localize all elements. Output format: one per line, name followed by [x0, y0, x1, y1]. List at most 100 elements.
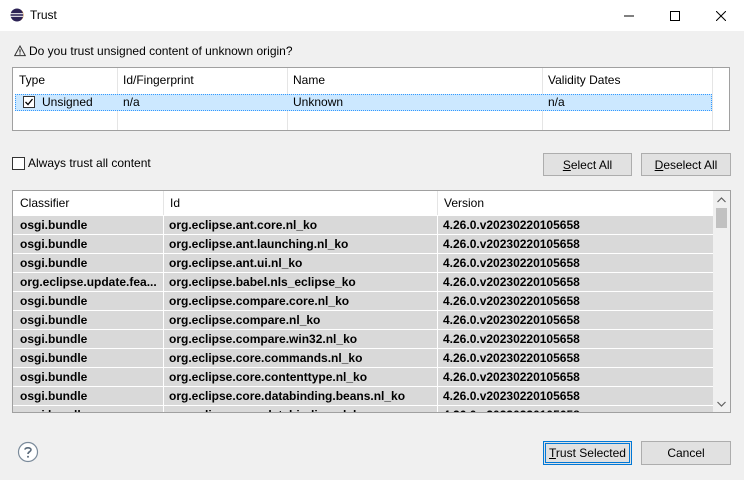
- column-header-id[interactable]: Id: [163, 191, 437, 215]
- cell-divider: [163, 254, 164, 272]
- warning-icon: [14, 45, 26, 57]
- trust-id-cell: n/a: [123, 95, 140, 109]
- id-cell: org.eclipse.core.contenttype.nl_ko: [169, 370, 368, 384]
- trust-selected-label: Trust Selected: [549, 446, 626, 460]
- scroll-thumb[interactable]: [716, 208, 727, 228]
- deselect-all-button[interactable]: Deselect All: [641, 153, 731, 176]
- table-row[interactable]: osgi.bundle org.eclipse.core.contenttype.…: [13, 368, 713, 387]
- cancel-label: Cancel: [667, 446, 705, 460]
- window-title: Trust: [30, 8, 57, 22]
- help-icon[interactable]: [17, 441, 39, 463]
- chevron-down-icon: [717, 401, 726, 407]
- version-cell: 4.26.0.v20230220105658: [443, 237, 580, 251]
- id-cell: org.eclipse.compare.win32.nl_ko: [169, 332, 358, 346]
- classifier-cell: osgi.bundle: [20, 313, 88, 327]
- chevron-up-icon: [717, 196, 726, 202]
- version-cell: 4.26.0.v20230220105658: [443, 275, 580, 289]
- id-cell: org.eclipse.compare.nl_ko: [169, 313, 321, 327]
- table-row[interactable]: org.eclipse.update.fea... org.eclipse.bab…: [13, 273, 713, 292]
- cell-divider: [163, 349, 164, 367]
- classifier-cell: osgi.bundle: [20, 294, 88, 308]
- table-row[interactable]: osgi.bundle org.eclipse.core.databinding.…: [13, 406, 713, 412]
- version-cell: 4.26.0.v20230220105658: [443, 406, 708, 412]
- classifier-cell: osgi.bundle: [20, 256, 88, 270]
- column-header-type[interactable]: Type: [13, 68, 117, 92]
- select-all-button[interactable]: Select All: [543, 153, 632, 176]
- cell-divider: [163, 292, 164, 310]
- column-header-classifier[interactable]: Classifier: [13, 191, 163, 215]
- table-row[interactable]: osgi.bundle org.eclipse.ant.launching.nl_…: [13, 235, 713, 254]
- cell-divider: [437, 273, 438, 291]
- classifier-cell: osgi.bundle: [20, 351, 88, 365]
- close-button[interactable]: [698, 0, 744, 31]
- trust-table-header: Type Id/Fingerprint Name Validity Dates: [13, 68, 729, 92]
- classifier-cell: osgi.bundle: [20, 237, 88, 251]
- classifier-cell: osgi.bundle: [20, 389, 88, 403]
- trust-selected-button[interactable]: Trust Selected: [543, 441, 632, 465]
- version-cell: 4.26.0.v20230220105658: [443, 370, 580, 384]
- maximize-button[interactable]: [652, 0, 698, 31]
- classifier-cell: osgi.bundle: [20, 218, 88, 232]
- table-row[interactable]: osgi.bundle org.eclipse.compare.core.nl_k…: [13, 292, 713, 311]
- trust-table: Type Id/Fingerprint Name Validity Dates …: [12, 67, 730, 131]
- units-table-body: osgi.bundle org.eclipse.ant.core.nl_ko 4.2…: [13, 216, 713, 412]
- column-divider: [712, 68, 713, 130]
- units-table-header: Classifier Id Version: [13, 191, 713, 215]
- id-cell: org.eclipse.ant.core.nl_ko: [169, 218, 318, 232]
- units-table: Classifier Id Version osgi.bundle org.ecl…: [12, 190, 731, 413]
- column-header-validity-dates[interactable]: Validity Dates: [542, 68, 712, 92]
- version-cell: 4.26.0.v20230220105658: [443, 218, 580, 232]
- scroll-up-button[interactable]: [713, 191, 730, 208]
- classifier-cell: org.eclipse.update.fea...: [20, 275, 157, 289]
- id-cell: org.eclipse.babel.nls_eclipse_ko: [169, 275, 356, 289]
- vertical-scrollbar[interactable]: [713, 191, 730, 412]
- trust-name-cell: Unknown: [293, 95, 344, 109]
- column-header-id-fingerprint[interactable]: Id/Fingerprint: [117, 68, 287, 92]
- table-row[interactable]: osgi.bundle org.eclipse.core.databinding.…: [13, 387, 713, 406]
- cell-divider: [437, 292, 438, 310]
- cell-divider: [163, 216, 164, 234]
- cell-divider: [437, 387, 438, 405]
- question-text: Do you trust unsigned content of unknown…: [29, 44, 293, 58]
- always-trust-checkbox[interactable]: Always trust all content: [12, 156, 151, 170]
- cell-divider: [163, 387, 164, 405]
- table-row[interactable]: osgi.bundle org.eclipse.ant.ui.nl_ko 4.26.…: [13, 254, 713, 273]
- version-cell: 4.26.0.v20230220105658: [443, 256, 580, 270]
- checkmark-icon: [25, 98, 34, 106]
- trust-row-unsigned[interactable]: Unsigned n/a Unknown n/a: [15, 94, 712, 111]
- trust-type-cell: Unsigned: [42, 95, 93, 109]
- version-cell: 4.26.0.v20230220105658: [443, 351, 580, 365]
- checkbox-box[interactable]: [12, 156, 25, 170]
- cell-divider: [437, 254, 438, 272]
- cell-divider: [437, 406, 438, 412]
- cell-divider: [437, 330, 438, 348]
- table-row[interactable]: osgi.bundle org.eclipse.compare.win32.nl_…: [13, 330, 713, 349]
- minimize-icon: [624, 15, 634, 16]
- version-cell: 4.26.0.v20230220105658: [443, 332, 580, 346]
- column-header-name[interactable]: Name: [287, 68, 543, 92]
- trust-row-checkbox[interactable]: [23, 96, 35, 108]
- cell-divider: [163, 368, 164, 386]
- id-cell: org.eclipse.core.databinding.nl_ko: [169, 406, 437, 412]
- cell-divider: [437, 368, 438, 386]
- classifier-cell: osgi.bundle: [20, 370, 88, 384]
- trust-validity-cell: n/a: [548, 95, 565, 109]
- cell-divider: [437, 216, 438, 234]
- table-row[interactable]: osgi.bundle org.eclipse.compare.nl_ko 4.26…: [13, 311, 713, 330]
- deselect-all-label: Deselect All: [654, 157, 718, 172]
- id-cell: org.eclipse.core.commands.nl_ko: [169, 351, 363, 365]
- cell-divider: [163, 330, 164, 348]
- title-bar: Trust: [0, 0, 744, 31]
- table-row[interactable]: osgi.bundle org.eclipse.core.commands.nl_…: [13, 349, 713, 368]
- table-row[interactable]: osgi.bundle org.eclipse.ant.core.nl_ko 4.2…: [13, 216, 713, 235]
- column-header-version[interactable]: Version: [437, 191, 713, 215]
- id-cell: org.eclipse.compare.core.nl_ko: [169, 294, 350, 308]
- cell-divider: [437, 349, 438, 367]
- always-trust-label: Always trust all content: [28, 156, 151, 170]
- classifier-cell: osgi.bundle: [20, 332, 88, 346]
- scroll-down-button[interactable]: [713, 395, 730, 412]
- version-cell: 4.26.0.v20230220105658: [443, 313, 580, 327]
- cell-divider: [163, 311, 164, 329]
- minimize-button[interactable]: [606, 0, 652, 31]
- cancel-button[interactable]: Cancel: [641, 441, 731, 465]
